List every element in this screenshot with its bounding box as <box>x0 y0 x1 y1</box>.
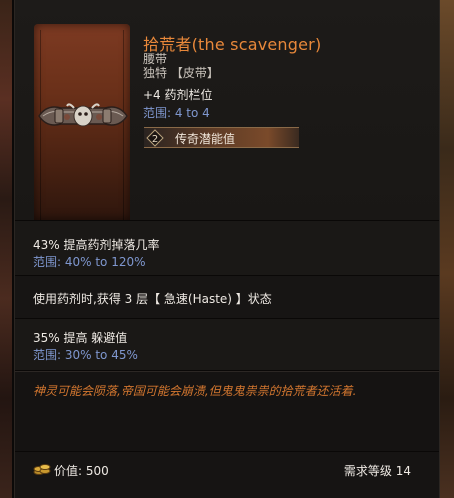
belt-icon <box>38 103 128 127</box>
legendary-potential-icon-shape: 2 <box>146 129 164 147</box>
required-level: 需求等级 14 <box>343 464 411 478</box>
lore-text: 神灵可能会陨落,帝国可能会崩溃,但鬼鬼祟祟的拾荒者还活着. <box>33 384 357 398</box>
affix-3-text: 35% 提高 躲避值 <box>33 331 128 345</box>
implicit-mod: +4 药剂栏位 <box>143 88 213 102</box>
affix-2-text: 使用药剂时,获得 3 层【 急速(Haste) 】状态 <box>33 292 272 306</box>
item-tooltip: 拾荒者(the scavenger) 腰带 独特 【皮带】 +4 药剂栏位 范围… <box>14 0 440 498</box>
legendary-potential-badge: 2 传奇潜能值 <box>144 127 299 148</box>
divider <box>15 370 439 371</box>
affix-1-text: 43% 提高药剂掉落几率 <box>33 238 160 252</box>
legendary-potential-label: 传奇潜能值 <box>175 132 236 146</box>
affix-3-range: 范围: 30% to 45% <box>33 348 138 362</box>
affix-1-range: 范围: 40% to 120% <box>33 255 146 269</box>
item-value: 价值: 500 <box>54 464 109 478</box>
coin-stack-icon <box>33 464 51 475</box>
legendary-potential-count: 2 <box>152 134 158 145</box>
item-rarity: 独特 【皮带】 <box>143 66 219 80</box>
implicit-mod-range: 范围: 4 to 4 <box>143 106 210 120</box>
legendary-potential-icon: 2 <box>146 129 164 147</box>
background-right-edge <box>440 0 454 498</box>
tooltip-header: 拾荒者(the scavenger) 腰带 独特 【皮带】 +4 药剂栏位 范围… <box>15 0 439 220</box>
background-left-edge <box>0 0 12 498</box>
item-name: 拾荒者(the scavenger) <box>143 35 322 54</box>
